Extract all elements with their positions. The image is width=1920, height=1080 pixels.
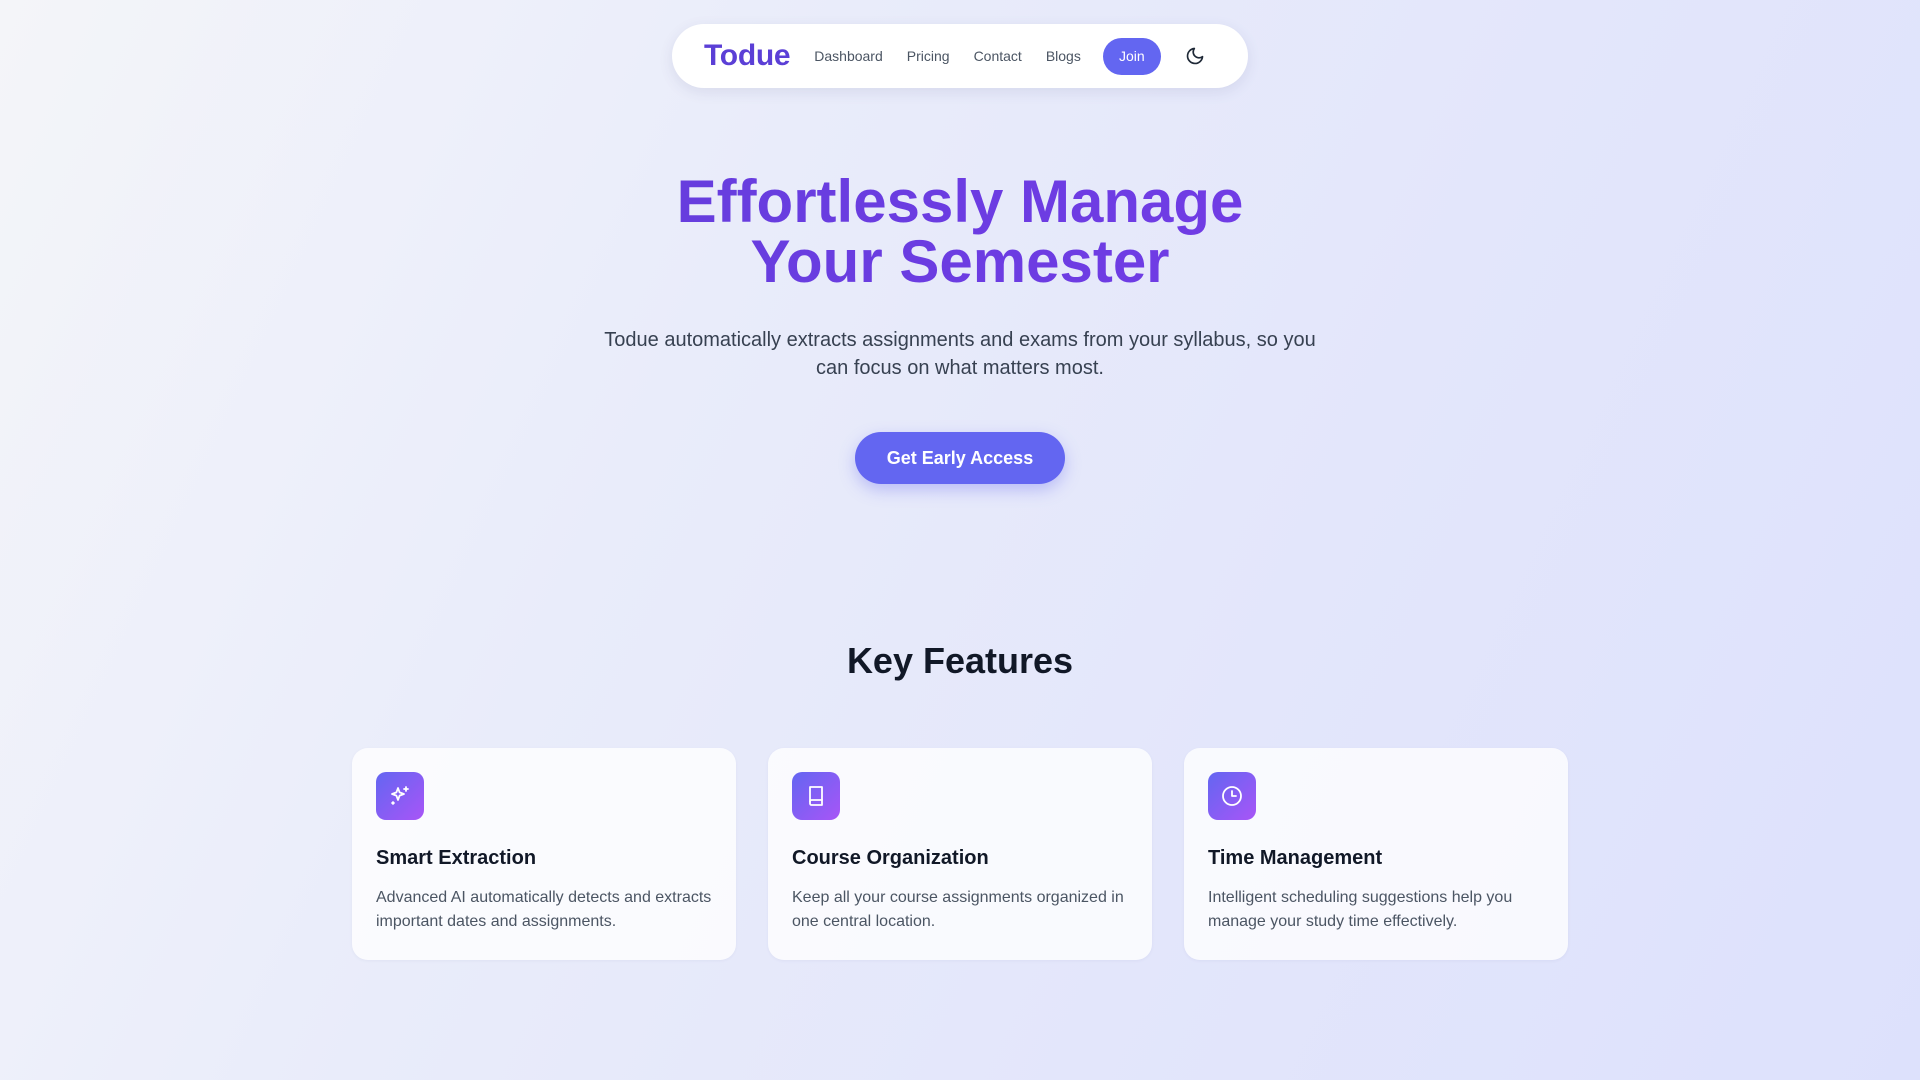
feature-icon-badge — [1208, 772, 1256, 820]
features-heading: Key Features — [846, 640, 1074, 681]
join-button[interactable]: Join — [1102, 37, 1161, 75]
top-navbar: Todue Dashboard Pricing Contact Blogs Jo… — [672, 24, 1248, 88]
nav-link-dashboard[interactable]: Dashboard — [814, 48, 883, 64]
feature-description: Advanced AI automatically detects and ex… — [376, 889, 712, 930]
hero-title-line-2: Your Semester — [750, 228, 1170, 295]
clock-icon — [1222, 786, 1242, 806]
feature-card-time-management: Time Management Intelligent scheduling s… — [1184, 748, 1568, 960]
feature-icon-badge — [792, 772, 840, 820]
feature-title: Smart Extraction — [376, 847, 537, 869]
feature-title: Course Organization — [792, 847, 989, 869]
sparkles-icon — [391, 786, 409, 805]
brand-logo[interactable]: Todue — [704, 39, 791, 73]
feature-description: Keep all your course assignments organiz… — [792, 889, 1124, 930]
feature-card-course-organization: Course Organization Keep all your course… — [768, 748, 1152, 960]
get-early-access-button[interactable]: Get Early Access — [855, 432, 1065, 484]
feature-description: Intelligent scheduling suggestions help … — [1208, 889, 1513, 930]
nav-link-blogs[interactable]: Blogs — [1046, 48, 1081, 64]
hero-title: Effortlessly Manage Your Semester — [0, 172, 1920, 292]
theme-toggle-button[interactable] — [1177, 38, 1213, 74]
nav-link-pricing[interactable]: Pricing — [907, 48, 950, 64]
feature-card-smart-extraction: Smart Extraction Advanced AI automatical… — [352, 748, 736, 960]
feature-title: Time Management — [1208, 847, 1383, 869]
book-icon — [809, 786, 823, 806]
hero-subtitle: Todue automatically extracts assignments… — [604, 329, 1316, 379]
nav-link-contact[interactable]: Contact — [974, 48, 1022, 64]
moon-icon — [1186, 47, 1204, 65]
hero-title-line-1: Effortlessly Manage — [676, 168, 1244, 235]
feature-icon-badge — [376, 772, 424, 820]
